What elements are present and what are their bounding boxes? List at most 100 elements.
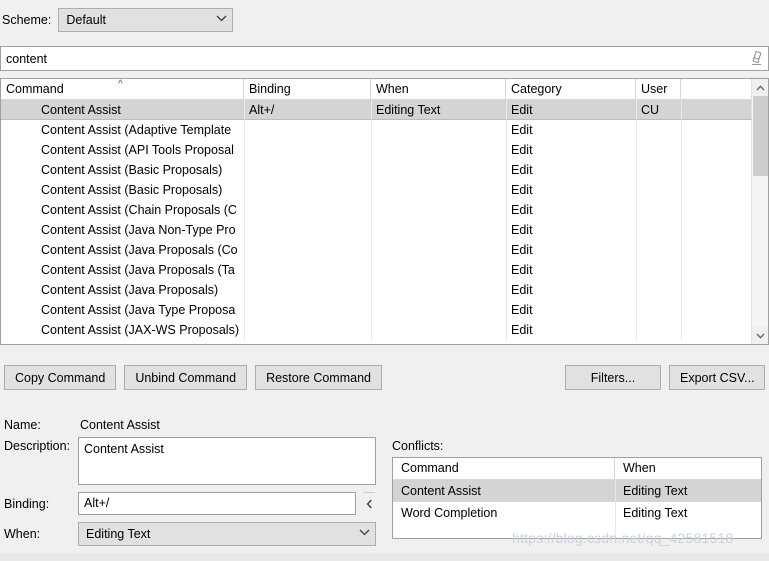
cell-command: Content Assist (Chain Proposals (C	[41, 203, 237, 217]
cell-blank	[681, 280, 751, 300]
key-bindings-table: Command ^ Binding When Category User Con…	[0, 78, 769, 345]
scheme-select[interactable]: Default	[58, 8, 234, 32]
cell-category: Edit	[511, 243, 533, 257]
cell-when	[371, 120, 506, 140]
conflicts-row[interactable]: Word Completion Editing Text	[393, 502, 761, 524]
chevron-down-icon	[210, 15, 232, 25]
conflicts-column-header-when[interactable]: When	[615, 458, 761, 479]
name-label: Name:	[4, 418, 41, 432]
table-row[interactable]: Content Assist (Chain Proposals (C Edit	[1, 200, 768, 220]
cell-blank	[681, 320, 751, 340]
table-row[interactable]: Content Assist (Adaptive Template Edit	[1, 120, 768, 140]
when-selected-value: Editing Text	[86, 527, 151, 541]
column-header-binding[interactable]: Binding	[244, 79, 371, 100]
cell-user	[636, 300, 681, 320]
binding-input[interactable]: Alt+/	[78, 492, 356, 515]
cell-user	[636, 180, 681, 200]
cell-user	[636, 120, 681, 140]
eraser-icon[interactable]	[746, 47, 766, 70]
cell-category: Edit	[511, 323, 533, 337]
copy-command-button[interactable]: Copy Command	[4, 365, 117, 390]
column-header-category[interactable]: Category	[506, 79, 636, 100]
table-row[interactable]: Content Assist (Java Type Proposa Edit	[1, 300, 768, 320]
cell-blank	[681, 220, 751, 240]
cell-binding	[244, 220, 371, 240]
cell-blank	[681, 160, 751, 180]
when-label: When:	[4, 527, 41, 541]
table-row[interactable]: Content Assist Alt+/ Editing Text Edit CU	[1, 100, 768, 120]
cell-command: Content Assist (Java Non-Type Pro	[41, 223, 236, 237]
sort-ascending-icon: ^	[118, 79, 123, 90]
table-row[interactable]: Content Assist (Java Proposals) Edit	[1, 280, 768, 300]
cell-when	[371, 180, 506, 200]
cell-category: Edit	[511, 103, 533, 117]
cell-binding	[244, 280, 371, 300]
bottom-strip	[0, 553, 769, 561]
cell-user	[636, 320, 681, 340]
unbind-command-button[interactable]: Unbind Command	[124, 365, 248, 390]
cell-blank	[681, 140, 751, 160]
cell-binding	[244, 140, 371, 160]
scroll-down-button[interactable]	[752, 327, 768, 344]
description-textarea[interactable]: Content Assist	[78, 437, 376, 485]
column-header-when[interactable]: When	[371, 79, 506, 100]
conflicts-label: Conflicts:	[392, 439, 444, 453]
conflicts-cell-command: Word Completion	[401, 506, 498, 520]
filters-button[interactable]: Filters...	[565, 365, 661, 390]
cell-blank	[681, 180, 751, 200]
table-row[interactable]: Content Assist (Basic Proposals) Edit	[1, 180, 768, 200]
scheme-selected-value: Default	[66, 13, 106, 27]
cell-user: CU	[641, 103, 660, 117]
cell-blank	[681, 100, 751, 120]
cell-when	[371, 200, 506, 220]
filter-input[interactable]: content	[1, 52, 746, 66]
export-csv-button[interactable]: Export CSV...	[669, 365, 765, 390]
command-actions-toolbar: Copy Command Unbind Command Restore Comm…	[4, 365, 382, 390]
cell-when	[371, 280, 506, 300]
column-header-command[interactable]: Command ^	[1, 79, 244, 100]
cell-category: Edit	[511, 203, 533, 217]
cell-when	[371, 220, 506, 240]
column-header-user[interactable]: User	[636, 79, 681, 100]
table-vertical-scrollbar[interactable]	[751, 79, 768, 344]
cell-user	[636, 140, 681, 160]
table-row[interactable]: Content Assist (Basic Proposals) Edit	[1, 160, 768, 180]
restore-command-button[interactable]: Restore Command	[255, 365, 382, 390]
scroll-up-button[interactable]	[752, 79, 768, 96]
conflicts-column-header-command[interactable]: Command	[393, 458, 615, 479]
when-select[interactable]: Editing Text	[78, 522, 376, 546]
scheme-row: Scheme: Default	[0, 8, 234, 32]
cell-when	[371, 160, 506, 180]
preferences-keys-page: Scheme: Default content Command ^ Bindin…	[0, 0, 769, 561]
column-header-blank[interactable]	[681, 79, 751, 100]
table-row[interactable]: Content Assist (JAX-WS Proposals) Edit	[1, 320, 768, 340]
table-row[interactable]: Content Assist (Java Proposals (Co Edit	[1, 240, 768, 260]
conflicts-body: Content Assist Editing Text Word Completio…	[393, 480, 761, 538]
conflicts-header-row: Command When	[393, 458, 761, 480]
cell-user	[636, 200, 681, 220]
cell-binding	[244, 120, 371, 140]
cell-command: Content Assist (Java Type Proposa	[41, 303, 236, 317]
cell-binding	[244, 320, 371, 340]
cell-command: Content Assist	[41, 103, 121, 117]
conflicts-row[interactable]: Content Assist Editing Text	[393, 480, 761, 502]
cell-category: Edit	[511, 303, 533, 317]
chevron-left-icon[interactable]	[362, 492, 376, 515]
table-row[interactable]: Content Assist (Java Non-Type Pro Edit	[1, 220, 768, 240]
cell-user	[636, 240, 681, 260]
scrollbar-thumb[interactable]	[753, 96, 768, 176]
table-row[interactable]: Content Assist (Java Proposals (Ta Edit	[1, 260, 768, 280]
filter-search-box[interactable]: content	[0, 46, 769, 71]
cell-command: Content Assist (Adaptive Template	[41, 123, 232, 137]
cell-category: Edit	[511, 183, 533, 197]
cell-category: Edit	[511, 123, 533, 137]
description-label: Description:	[4, 439, 70, 453]
cell-command: Content Assist (Java Proposals (Co	[41, 243, 238, 257]
cell-when	[371, 320, 506, 340]
cell-blank	[681, 300, 751, 320]
cell-binding: Alt+/	[249, 103, 275, 117]
cell-binding	[244, 300, 371, 320]
cell-category: Edit	[511, 143, 533, 157]
table-row[interactable]: Content Assist (API Tools Proposal Edit	[1, 140, 768, 160]
cell-blank	[681, 120, 751, 140]
